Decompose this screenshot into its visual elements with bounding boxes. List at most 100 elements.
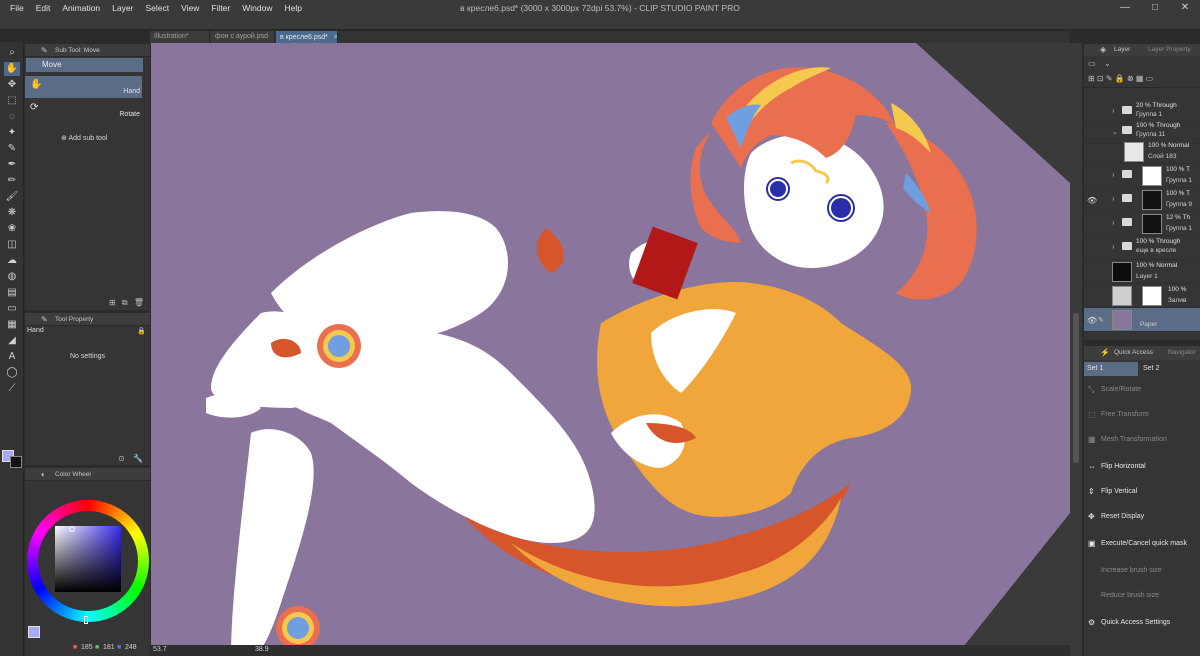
qa-free-transform[interactable]: ⬚ Free Transform: [1086, 405, 1198, 427]
canvas[interactable]: [151, 43, 1070, 656]
brush-tool-icon[interactable]: 🖌: [4, 190, 20, 204]
tab-fon[interactable]: фон с аурой.psd: [211, 31, 275, 43]
close-button[interactable]: ✕: [1170, 0, 1200, 16]
eraser-tool-icon[interactable]: ◫: [4, 238, 20, 252]
airbrush-tool-icon[interactable]: ❋: [4, 206, 20, 220]
tool-property-footer-icons[interactable]: ⊙ 🔧: [118, 454, 146, 463]
expand-icon[interactable]: ›: [1112, 220, 1114, 227]
subtool-hand[interactable]: ✋ Hand: [25, 76, 142, 98]
layer-row[interactable]: › 100 % T Группа 1: [1084, 164, 1200, 188]
rotation-angle-value[interactable]: 38.9: [255, 646, 269, 653]
layer-name: Paper: [1140, 321, 1158, 328]
magic-wand-tool-icon[interactable]: ✦: [4, 126, 20, 140]
minimize-button[interactable]: —: [1110, 0, 1140, 16]
layer-row[interactable]: 100 % Залив: [1084, 284, 1200, 308]
saturation-value-square[interactable]: [55, 526, 121, 592]
layer-mode: 20 % Through: [1136, 102, 1177, 109]
menu-edit[interactable]: Edit: [30, 0, 57, 16]
layer-row[interactable]: 👁 › 100 % T Группа 9: [1084, 188, 1200, 212]
layer-row[interactable]: › 100 % Through еще в кресле: [1084, 236, 1200, 260]
subtool-group-move[interactable]: Move: [26, 58, 143, 72]
qa-scale-rotate[interactable]: ⤡ Scale/Rotate: [1086, 380, 1198, 402]
maximize-button[interactable]: □: [1140, 0, 1170, 16]
qa-mesh-transformation[interactable]: ▦ Mesh Transformation: [1086, 430, 1198, 452]
dropdown-icon[interactable]: ⌄: [1104, 59, 1111, 68]
folder-icon: [1122, 106, 1132, 114]
expand-icon[interactable]: ›: [1112, 108, 1114, 115]
frame-tool-icon[interactable]: ▦: [4, 318, 20, 332]
move-layer-tool-icon[interactable]: ✥: [4, 78, 20, 92]
subtool-footer-icons[interactable]: ⊞ ⧉ 🗑: [109, 298, 146, 308]
fill-tool-icon[interactable]: ◍: [4, 270, 20, 284]
qa-quick-mask[interactable]: ▣ Execute/Cancel quick mask: [1086, 534, 1198, 556]
qa-settings[interactable]: ⚙ Quick Access Settings: [1086, 613, 1198, 635]
figure-tool-icon[interactable]: ▭: [4, 302, 20, 316]
close-tab-icon[interactable]: ✕: [333, 34, 337, 41]
lasso-tool-icon[interactable]: ◌: [4, 110, 20, 124]
layer-row[interactable]: › 12 % Th Группа 1: [1084, 212, 1200, 236]
tab-illustration[interactable]: Illustration*: [150, 31, 210, 43]
blend-mode-icon[interactable]: ▭: [1088, 59, 1096, 68]
layer-row[interactable]: 100 % Normal Слой 183: [1084, 140, 1200, 164]
menu-animation[interactable]: Animation: [56, 0, 106, 16]
navigator-tab[interactable]: Navigator: [1168, 349, 1196, 356]
pencil-tool-icon[interactable]: ✏: [4, 174, 20, 188]
qa-flip-vertical[interactable]: ⇕ Flip Vertical: [1086, 482, 1198, 504]
blue-label: ■: [117, 644, 122, 651]
expand-icon[interactable]: ›: [1112, 244, 1114, 251]
qa-reduce-brush[interactable]: Reduce brush size: [1086, 586, 1198, 608]
layer-tool-icons[interactable]: ⊞ ⊡ ✎ 🔒 ⊗ ▦ ▭: [1088, 74, 1153, 83]
qa-label: Reset Display: [1101, 513, 1145, 520]
pen-tool-icon[interactable]: ✒: [4, 158, 20, 172]
layer-panel: ◈ Layer Layer Property ▭ ⌄ ⊞ ⊡ ✎ 🔒 ⊗ ▦ ▭…: [1084, 44, 1200, 340]
layer-row[interactable]: 100 % Normal Layer 1: [1084, 260, 1200, 284]
zoom-tool-icon[interactable]: ⌕: [4, 46, 20, 60]
menu-bar: File Edit Animation Layer Select View Fi…: [4, 0, 308, 16]
expand-icon[interactable]: ›: [1112, 196, 1114, 203]
add-subtool-button[interactable]: ⊕ Add sub tool: [61, 134, 107, 142]
qa-increase-brush[interactable]: Increase brush size: [1086, 561, 1198, 583]
blend-tool-icon[interactable]: ☁: [4, 254, 20, 268]
layer-panel-title[interactable]: Layer: [1114, 46, 1130, 53]
current-color-swatch[interactable]: [28, 626, 40, 638]
menu-window[interactable]: Window: [236, 0, 278, 16]
subtool-rotate[interactable]: ⟳ Rotate: [25, 99, 142, 121]
expand-icon[interactable]: ⌄: [1112, 128, 1118, 136]
quick-access-title[interactable]: Quick Access: [1114, 349, 1153, 356]
layer-property-tab[interactable]: Layer Property: [1148, 46, 1191, 53]
menu-layer[interactable]: Layer: [106, 0, 139, 16]
qa-reset-display[interactable]: ✥ Reset Display: [1086, 507, 1198, 529]
expand-icon[interactable]: ›: [1112, 172, 1114, 179]
tab-v-kresle6[interactable]: в кресле6.psd* ✕: [276, 31, 338, 43]
text-tool-icon[interactable]: A: [4, 350, 20, 364]
selection-tool-icon[interactable]: ⬚: [4, 94, 20, 108]
gradient-tool-icon[interactable]: ▤: [4, 286, 20, 300]
menu-filter[interactable]: Filter: [205, 0, 236, 16]
ruler-tool-icon[interactable]: ◢: [4, 334, 20, 348]
sub-color-swatch[interactable]: [10, 456, 22, 468]
canvas-vertical-scrollbar[interactable]: [1070, 43, 1082, 656]
set-2-tab[interactable]: Set 2: [1140, 362, 1194, 376]
menu-file[interactable]: File: [4, 0, 30, 16]
zoom-value[interactable]: 53.7: [153, 646, 167, 653]
layer-mode: 100 %: [1168, 286, 1187, 293]
hue-marker[interactable]: [84, 616, 88, 624]
layer-thumbnail: [1112, 262, 1132, 282]
layer-mask-thumbnail: [1142, 286, 1162, 306]
hand-tool-icon[interactable]: ✋: [4, 62, 20, 76]
eyedropper-tool-icon[interactable]: ✎: [4, 142, 20, 156]
menu-select[interactable]: Select: [139, 0, 175, 16]
set-1-tab[interactable]: Set 1: [1084, 362, 1138, 376]
color-picker-marker[interactable]: [69, 526, 75, 532]
correct-line-tool-icon[interactable]: ⟋: [4, 382, 20, 396]
scrollbar-thumb[interactable]: [1073, 313, 1079, 463]
qa-flip-horizontal[interactable]: ⇔ Flip Horizontal: [1086, 457, 1198, 479]
layer-row-selected[interactable]: 👁 ✎ Paper: [1084, 308, 1200, 332]
menu-view[interactable]: View: [175, 0, 205, 16]
decoration-tool-icon[interactable]: ❀: [4, 222, 20, 236]
visibility-eye-icon[interactable]: 👁: [1087, 316, 1097, 325]
menu-help[interactable]: Help: [278, 0, 307, 16]
balloon-tool-icon[interactable]: ◯: [4, 366, 20, 380]
visibility-eye-icon[interactable]: 👁: [1087, 196, 1097, 205]
lock-icon[interactable]: 🔒: [137, 327, 146, 335]
